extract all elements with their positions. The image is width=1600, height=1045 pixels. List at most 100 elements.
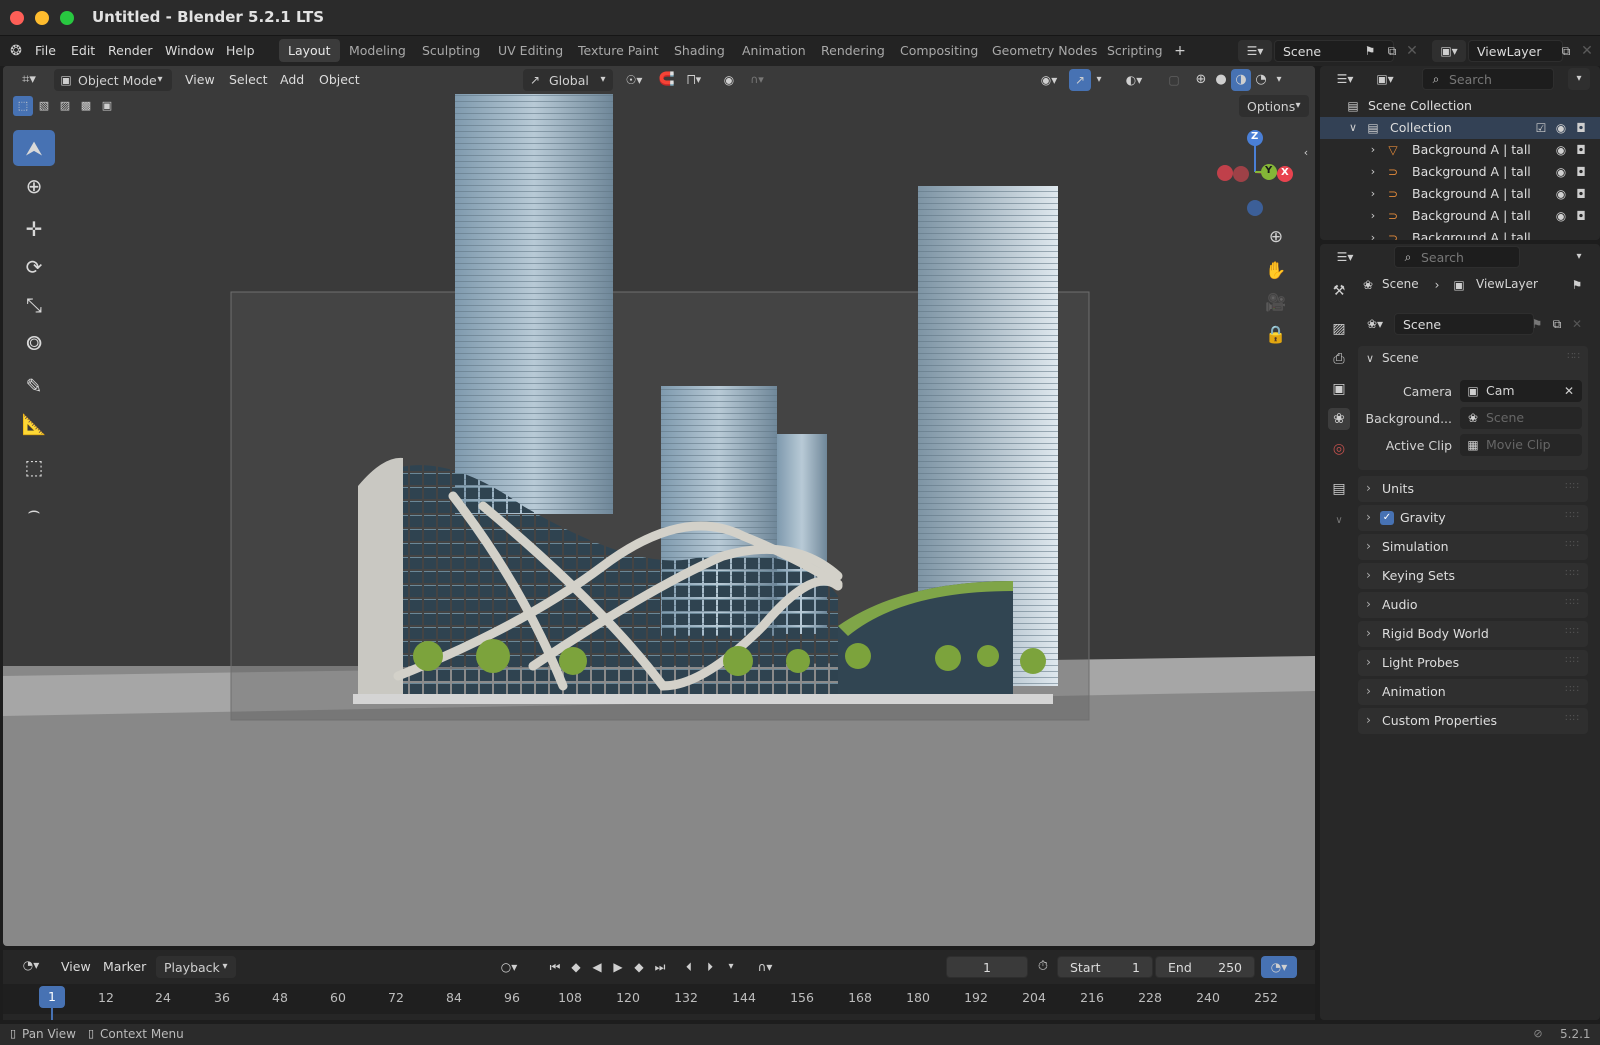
render-tab-icon[interactable]: ▨	[1328, 318, 1350, 340]
timeline-editor-type-icon[interactable]: ◔▾	[15, 954, 47, 976]
new-scene-icon[interactable]: ⧉	[1548, 313, 1566, 335]
viewport-menu-view[interactable]: View	[185, 72, 215, 87]
sync-menu-icon[interactable]: ▾	[723, 956, 739, 978]
eye-icon[interactable]: ◉	[1552, 205, 1570, 227]
viewlayer-selector-button[interactable]: ▣▾	[1432, 40, 1466, 62]
jump-start-icon[interactable]: ⏮	[545, 956, 565, 978]
active-clip-field[interactable]: ▦ Movie Clip	[1460, 434, 1582, 456]
eye-icon[interactable]: ◉	[1552, 117, 1570, 139]
start-frame-field[interactable]: Start 1	[1057, 956, 1153, 978]
tab-compositing[interactable]: Compositing	[891, 39, 987, 62]
viewport-menu-object[interactable]: Object	[319, 72, 360, 87]
delete-scene-icon[interactable]: ✕	[1402, 40, 1422, 62]
play-reverse-icon[interactable]: ◀	[587, 956, 607, 978]
scene-collection-row[interactable]: ▤ Scene Collection	[1320, 95, 1600, 117]
scene-panel-header[interactable]: ∨ Scene ∷∷	[1358, 346, 1588, 372]
network-off-icon[interactable]: ⊘	[1528, 1023, 1548, 1045]
render-camera-icon[interactable]: ◘	[1572, 117, 1590, 139]
rigid-body-world-panel[interactable]: › Rigid Body World ∷∷	[1358, 621, 1588, 647]
3d-viewport[interactable]: ⌗▾ ▣ Object Mode ▾ View Select Add Objec…	[3, 66, 1315, 946]
properties-options-icon[interactable]: ▾	[1568, 246, 1590, 268]
curve-tool[interactable]: ⌢	[13, 492, 55, 528]
close-window-button[interactable]	[10, 11, 24, 25]
properties-editor[interactable]: ☰▾ ⌕ Search ▾ ⚒ ▨ ⎙ ▣ ❀ ◎ ▤ ∨ ❀ Scene › …	[1320, 244, 1600, 1020]
scene-datablock-field[interactable]: Scene	[1394, 313, 1534, 335]
simulation-panel[interactable]: › Simulation ∷∷	[1358, 534, 1588, 560]
editor-type-button[interactable]: ⌗▾	[11, 69, 47, 91]
output-tab-icon[interactable]: ⎙	[1328, 348, 1350, 370]
drag-grip-icon[interactable]: ∷∷	[1565, 481, 1580, 492]
menu-help[interactable]: Help	[226, 43, 255, 58]
menu-render[interactable]: Render	[108, 43, 153, 58]
drag-grip-icon[interactable]: ∷∷	[1565, 597, 1580, 608]
lock-icon[interactable]: 🔒	[1263, 322, 1289, 348]
more-tabs-icon[interactable]: ∨	[1328, 510, 1350, 532]
exclude-checkbox-icon[interactable]: ☑	[1532, 117, 1550, 139]
camera-view-icon[interactable]: 🎥	[1263, 290, 1289, 316]
custom-properties-panel[interactable]: › Custom Properties ∷∷	[1358, 708, 1588, 734]
pin-icon[interactable]: ⚑	[1568, 274, 1586, 296]
object-row[interactable]: › ⊃ Background A | tall ◉ ◘	[1320, 205, 1600, 227]
pan-hand-icon[interactable]: ✋	[1263, 258, 1289, 284]
collection-tab-icon[interactable]: ▤	[1328, 478, 1350, 500]
drag-grip-icon[interactable]: ∷∷	[1565, 655, 1580, 666]
world-tab-icon[interactable]: ◎	[1328, 438, 1350, 460]
render-camera-icon[interactable]: ◘	[1572, 183, 1590, 205]
maximize-window-button[interactable]	[60, 11, 74, 25]
delete-viewlayer-icon[interactable]: ✕	[1578, 40, 1596, 62]
shading-menu-icon[interactable]: ▾	[1271, 69, 1287, 91]
end-frame-field[interactable]: End 250	[1155, 956, 1255, 978]
next-frame-icon[interactable]: ⏵	[700, 956, 720, 978]
scale-tool[interactable]: ⤡	[13, 287, 55, 323]
select-new-icon[interactable]: ⬚	[13, 96, 33, 116]
zoom-icon[interactable]: ⊕	[1263, 224, 1289, 250]
tool-tab-icon[interactable]: ⚒	[1328, 280, 1350, 302]
menu-edit[interactable]: Edit	[71, 43, 95, 58]
visibility-icon[interactable]: ◉▾	[1033, 69, 1065, 91]
prev-frame-icon[interactable]: ⏴	[679, 956, 699, 978]
drag-grip-icon[interactable]: ∷∷	[1567, 351, 1580, 362]
jump-prev-keyframe-icon[interactable]: ◆	[566, 956, 586, 978]
keying-sets-panel[interactable]: › Keying Sets ∷∷	[1358, 563, 1588, 589]
select-extend-icon[interactable]: ▧	[34, 96, 54, 116]
auto-keying-icon[interactable]: ○▾	[493, 956, 525, 978]
drag-grip-icon[interactable]: ∷∷	[1565, 510, 1580, 521]
frame-ruler[interactable]: 1	[3, 984, 1315, 1020]
solid-shading-icon[interactable]: ●	[1211, 69, 1231, 91]
drag-grip-icon[interactable]: ∷∷	[1565, 568, 1580, 579]
add-cube-tool[interactable]: ⬚	[13, 449, 55, 485]
menu-window[interactable]: Window	[165, 43, 214, 58]
viewport-menu-select[interactable]: Select	[229, 72, 268, 87]
menu-file[interactable]: File	[35, 43, 56, 58]
cursor-tool[interactable]: ⊕	[13, 168, 55, 204]
object-row[interactable]: › ▽ Background A | tall ◉ ◘	[1320, 139, 1600, 161]
tab-animation[interactable]: Animation	[733, 39, 815, 62]
pin-icon[interactable]: ⚑	[1528, 313, 1546, 335]
gravity-panel[interactable]: › ✓ Gravity ∷∷	[1358, 505, 1588, 531]
outliner-editor-type-icon[interactable]: ☰▾	[1328, 68, 1362, 90]
render-camera-icon[interactable]: ◘	[1572, 205, 1590, 227]
options-dropdown[interactable]: Options ▾	[1239, 95, 1309, 117]
scene-tab-icon[interactable]: ❀	[1328, 408, 1350, 430]
annotate-tool[interactable]: ✎	[13, 368, 55, 404]
object-row[interactable]: › ⊃ Background A | tall	[1320, 227, 1600, 240]
new-scene-icon[interactable]: ⧉	[1382, 40, 1402, 62]
drag-grip-icon[interactable]: ∷∷	[1565, 684, 1580, 695]
move-tool[interactable]: ✛	[13, 211, 55, 247]
minimize-window-button[interactable]	[35, 11, 49, 25]
tab-uv-editing[interactable]: UV Editing	[489, 39, 572, 62]
view-layer-tab-icon[interactable]: ▣	[1328, 378, 1350, 400]
material-shading-icon[interactable]: ◑	[1231, 69, 1251, 91]
chevron-down-icon[interactable]: ∨	[1346, 117, 1360, 139]
chevron-right-icon[interactable]: ›	[1366, 205, 1380, 227]
transform-orientation-dropdown[interactable]: ↗ Global ▾	[523, 69, 613, 91]
scene-render[interactable]	[3, 66, 1315, 946]
filter-icon[interactable]: ▾	[1568, 68, 1590, 90]
add-workspace-icon[interactable]: +	[1170, 40, 1190, 62]
navigation-gizmo[interactable]: Z X Y	[1213, 128, 1297, 218]
blender-logo-icon[interactable]: ❂	[4, 40, 28, 62]
chevron-right-icon[interactable]: ›	[1366, 183, 1380, 205]
playback-sync-icon[interactable]: ◔▾	[1261, 956, 1297, 978]
select-subtract-icon[interactable]: ▨	[55, 96, 75, 116]
eye-icon[interactable]: ◉	[1552, 139, 1570, 161]
